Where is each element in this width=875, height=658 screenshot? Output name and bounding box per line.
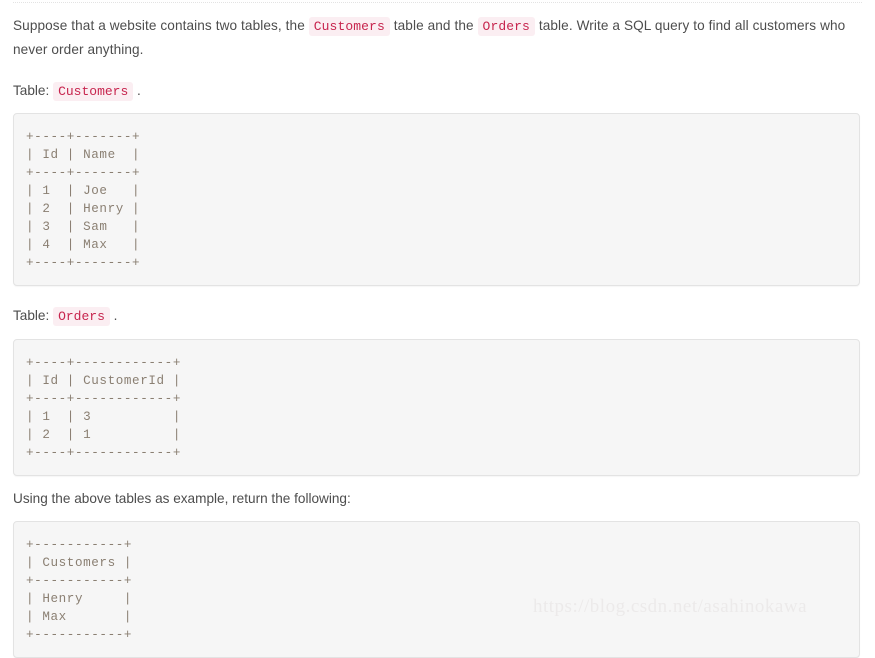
customers-label-prefix: Table: xyxy=(13,83,54,98)
result-intro-text: Using the above tables as example, retur… xyxy=(13,491,351,506)
orders-ascii-table: +----+------------+ | Id | CustomerId | … xyxy=(26,356,181,460)
problem-statement-part-1: Suppose that a website contains two tabl… xyxy=(13,18,309,33)
problem-statement: Suppose that a website contains two tabl… xyxy=(13,14,859,61)
orders-label-prefix: Table: xyxy=(13,308,54,323)
inline-code-customers-label: Customers xyxy=(53,82,134,101)
orders-table-label: Table: Orders . xyxy=(13,306,862,327)
customers-label-suffix: . xyxy=(133,83,141,98)
inline-code-customers: Customers xyxy=(308,17,390,36)
result-code-block: +-----------+ | Customers | +-----------… xyxy=(13,521,860,658)
document-page: Suppose that a website contains two tabl… xyxy=(0,0,875,658)
customers-code-block: +----+-------+ | Id | Name | +----+-----… xyxy=(13,113,860,286)
customers-table-label: Table: Customers . xyxy=(13,81,862,102)
inline-code-orders: Orders xyxy=(477,17,535,36)
top-divider xyxy=(13,2,862,4)
orders-label-suffix: . xyxy=(109,308,118,323)
inline-code-orders-label: Orders xyxy=(53,307,110,326)
orders-code-block: +----+------------+ | Id | CustomerId | … xyxy=(13,339,860,476)
customers-ascii-table: +----+-------+ | Id | Name | +----+-----… xyxy=(26,130,141,270)
document-content: Suppose that a website contains two tabl… xyxy=(0,0,875,658)
result-ascii-table: +-----------+ | Customers | +-----------… xyxy=(26,538,133,642)
problem-statement-part-2: table and the xyxy=(389,18,478,33)
